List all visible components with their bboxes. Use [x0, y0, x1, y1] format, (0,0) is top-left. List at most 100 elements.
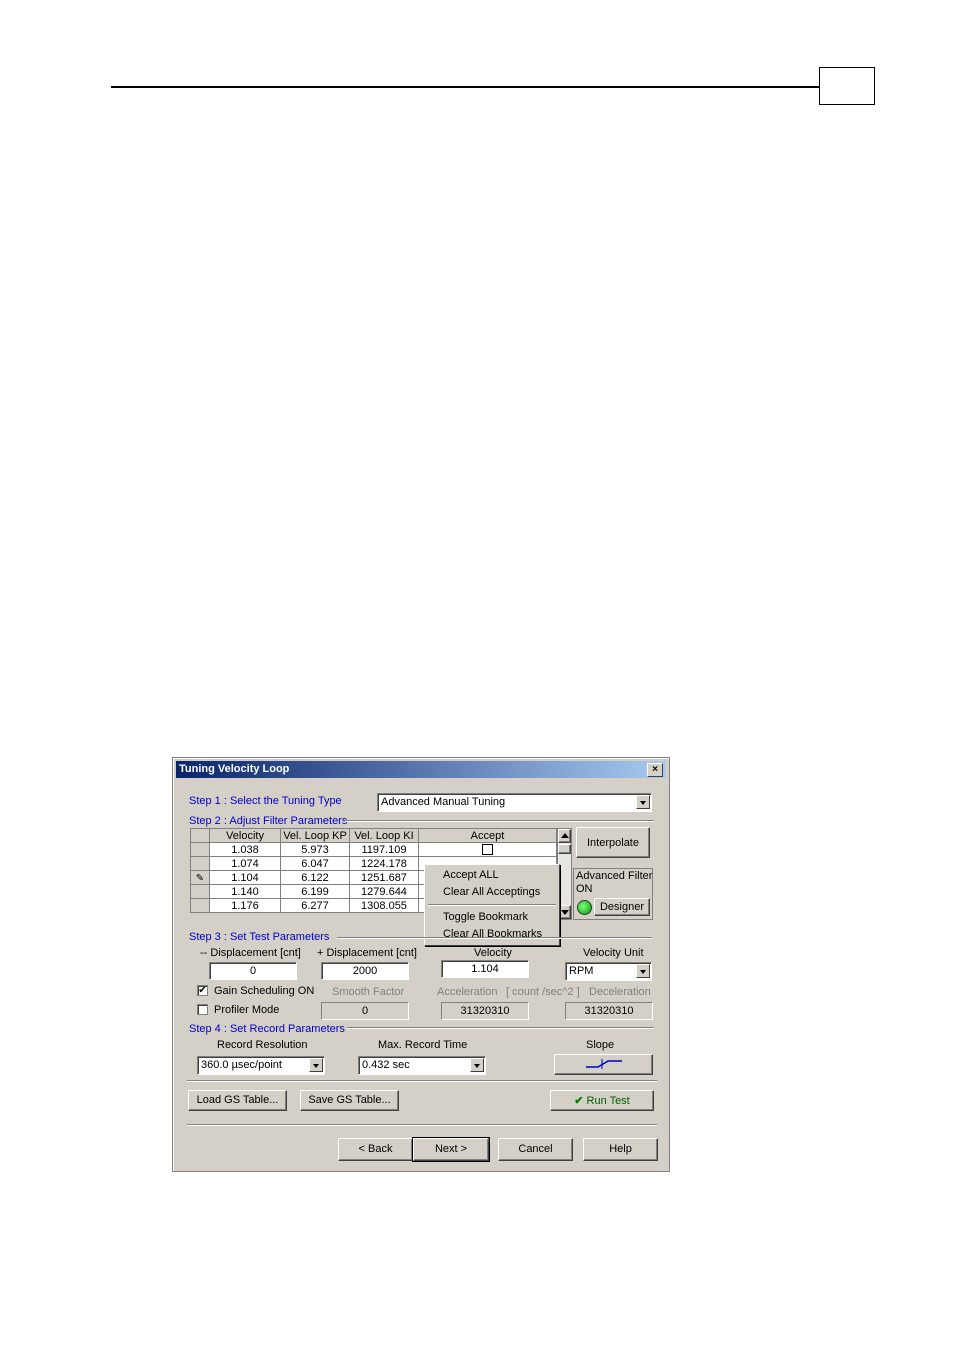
cell-ki[interactable]: 1251.687: [349, 870, 419, 885]
advanced-filter-label: Advanced Filter: [576, 870, 653, 882]
run-test-button[interactable]: ✔ Run Test: [550, 1090, 654, 1111]
step3-label: Step 3 : Set Test Parameters: [189, 931, 330, 943]
arrow-up-icon: [561, 833, 569, 838]
minus-displacement-label: -- Displacement [cnt]: [200, 947, 301, 959]
cell-velocity[interactable]: 1.074: [209, 856, 281, 871]
plus-displacement-input[interactable]: 2000: [321, 962, 409, 980]
cell-velocity[interactable]: 1.038: [209, 842, 281, 857]
step3-divider: [337, 937, 652, 939]
record-resolution-value: 360.0 µsec/point: [201, 1059, 282, 1071]
run-test-label: Run Test: [586, 1095, 630, 1107]
pencil-icon: ✎: [195, 872, 205, 884]
deceleration-field: 31320310: [565, 1002, 653, 1020]
cell-kp[interactable]: 6.277: [280, 898, 350, 913]
footer-divider: [187, 1124, 657, 1126]
filter-on-label: ON: [576, 883, 593, 895]
max-record-time-label: Max. Record Time: [378, 1039, 468, 1051]
plus-displacement-label: + Displacement [cnt]: [317, 947, 417, 959]
minus-displacement-input[interactable]: 0: [209, 962, 297, 980]
record-resolution-select[interactable]: 360.0 µsec/point: [197, 1056, 325, 1075]
tuning-type-select[interactable]: Advanced Manual Tuning: [377, 793, 652, 812]
col-kp[interactable]: Vel. Loop KP: [280, 828, 350, 843]
cell-velocity[interactable]: 1.140: [209, 884, 281, 899]
col-velocity[interactable]: Velocity: [209, 828, 281, 843]
cell-kp[interactable]: 6.199: [280, 884, 350, 899]
step4-divider: [347, 1027, 654, 1029]
acceleration-field: 31320310: [441, 1002, 529, 1020]
row-indicator[interactable]: [190, 898, 210, 913]
chevron-down-icon[interactable]: [636, 964, 650, 978]
velocity-label: Velocity: [474, 947, 512, 959]
velocity-unit-label: Velocity Unit: [583, 947, 644, 959]
cell-ki[interactable]: 1197.109: [349, 842, 419, 857]
cell-ki[interactable]: 1308.055: [349, 898, 419, 913]
step4-label: Step 4 : Set Record Parameters: [189, 1023, 345, 1035]
row-indicator-header: [190, 828, 210, 843]
cell-kp[interactable]: 6.122: [280, 870, 350, 885]
profiler-mode-checkbox[interactable]: [197, 1004, 208, 1015]
profiler-mode-label: Profiler Mode: [214, 1004, 280, 1016]
chevron-down-icon[interactable]: [309, 1058, 323, 1072]
row-indicator[interactable]: ✎: [190, 870, 210, 885]
interpolate-button[interactable]: Interpolate: [576, 827, 650, 858]
accept-checkbox[interactable]: [482, 844, 493, 856]
cell-kp[interactable]: 5.973: [280, 842, 350, 857]
row-indicator[interactable]: [190, 842, 210, 857]
accel-units-label: [ count /sec^2 ]: [506, 986, 580, 998]
chevron-down-icon[interactable]: [470, 1058, 484, 1072]
close-button[interactable]: ×: [647, 763, 663, 777]
row-indicator[interactable]: [190, 884, 210, 899]
slope-button[interactable]: [554, 1054, 653, 1075]
tuning-type-value: Advanced Manual Tuning: [381, 796, 506, 808]
col-accept[interactable]: Accept: [418, 828, 557, 843]
cell-ki[interactable]: 1279.644: [349, 884, 419, 899]
col-ki[interactable]: Vel. Loop KI: [349, 828, 419, 843]
menu-separator: [428, 904, 556, 906]
acceleration-label: Acceleration: [437, 986, 498, 998]
deceleration-label: Deceleration: [589, 986, 651, 998]
dialog-title: Tuning Velocity Loop: [179, 763, 290, 775]
menu-accept-all[interactable]: Accept ALL: [443, 869, 499, 881]
next-button[interactable]: Next >: [412, 1137, 490, 1162]
slope-label: Slope: [586, 1039, 615, 1051]
smooth-factor-label: Smooth Factor: [332, 986, 405, 998]
tuning-dialog: Tuning Velocity Loop × Step 1 : Select t…: [172, 757, 670, 1172]
gain-scheduling-checkbox[interactable]: ✔: [197, 985, 208, 996]
scroll-thumb[interactable]: [558, 844, 571, 854]
smooth-factor-field: 0: [321, 1002, 409, 1020]
cell-velocity[interactable]: 1.104: [209, 870, 281, 885]
max-record-time-select[interactable]: 0.432 sec: [358, 1056, 486, 1075]
save-gs-table-button[interactable]: Save GS Table...: [300, 1090, 399, 1111]
filter-status-led-icon: [577, 900, 592, 915]
velocity-unit-value: RPM: [569, 965, 594, 977]
page-number-box: [819, 67, 875, 105]
chevron-down-icon[interactable]: [636, 795, 650, 809]
step1-label: Step 1 : Select the Tuning Type: [189, 795, 342, 807]
menu-clear-acceptings[interactable]: Clear All Acceptings: [443, 886, 540, 898]
table-context-menu: Accept ALL Clear All Acceptings Toggle B…: [424, 864, 560, 946]
record-resolution-label: Record Resolution: [217, 1039, 308, 1051]
menu-toggle-bookmark[interactable]: Toggle Bookmark: [443, 911, 528, 923]
cell-velocity[interactable]: 1.176: [209, 898, 281, 913]
gain-scheduling-label: Gain Scheduling ON: [214, 985, 315, 997]
title-bar: Tuning Velocity Loop ×: [176, 761, 666, 778]
table-row[interactable]: 1.038 5.973 1197.109: [190, 842, 557, 857]
max-record-time-value: 0.432 sec: [362, 1059, 410, 1071]
step2-divider: [345, 820, 654, 822]
cell-accept[interactable]: [418, 842, 557, 857]
checkmark-icon: ✔: [574, 1095, 584, 1107]
cell-kp[interactable]: 6.047: [280, 856, 350, 871]
cell-ki[interactable]: 1224.178: [349, 856, 419, 871]
velocity-unit-select[interactable]: RPM: [565, 962, 652, 981]
row-indicator[interactable]: [190, 856, 210, 871]
step2-label: Step 2 : Adjust Filter Parameters: [189, 815, 348, 827]
header-rule: [111, 86, 820, 88]
designer-button[interactable]: Designer: [594, 898, 650, 916]
help-button[interactable]: Help: [583, 1138, 658, 1161]
cancel-button[interactable]: Cancel: [498, 1138, 573, 1161]
scroll-up-button[interactable]: [558, 829, 571, 843]
velocity-input[interactable]: 1.104: [441, 960, 529, 978]
back-button[interactable]: < Back: [338, 1138, 413, 1161]
arrow-down-icon: [561, 910, 569, 915]
load-gs-table-button[interactable]: Load GS Table...: [188, 1090, 287, 1111]
